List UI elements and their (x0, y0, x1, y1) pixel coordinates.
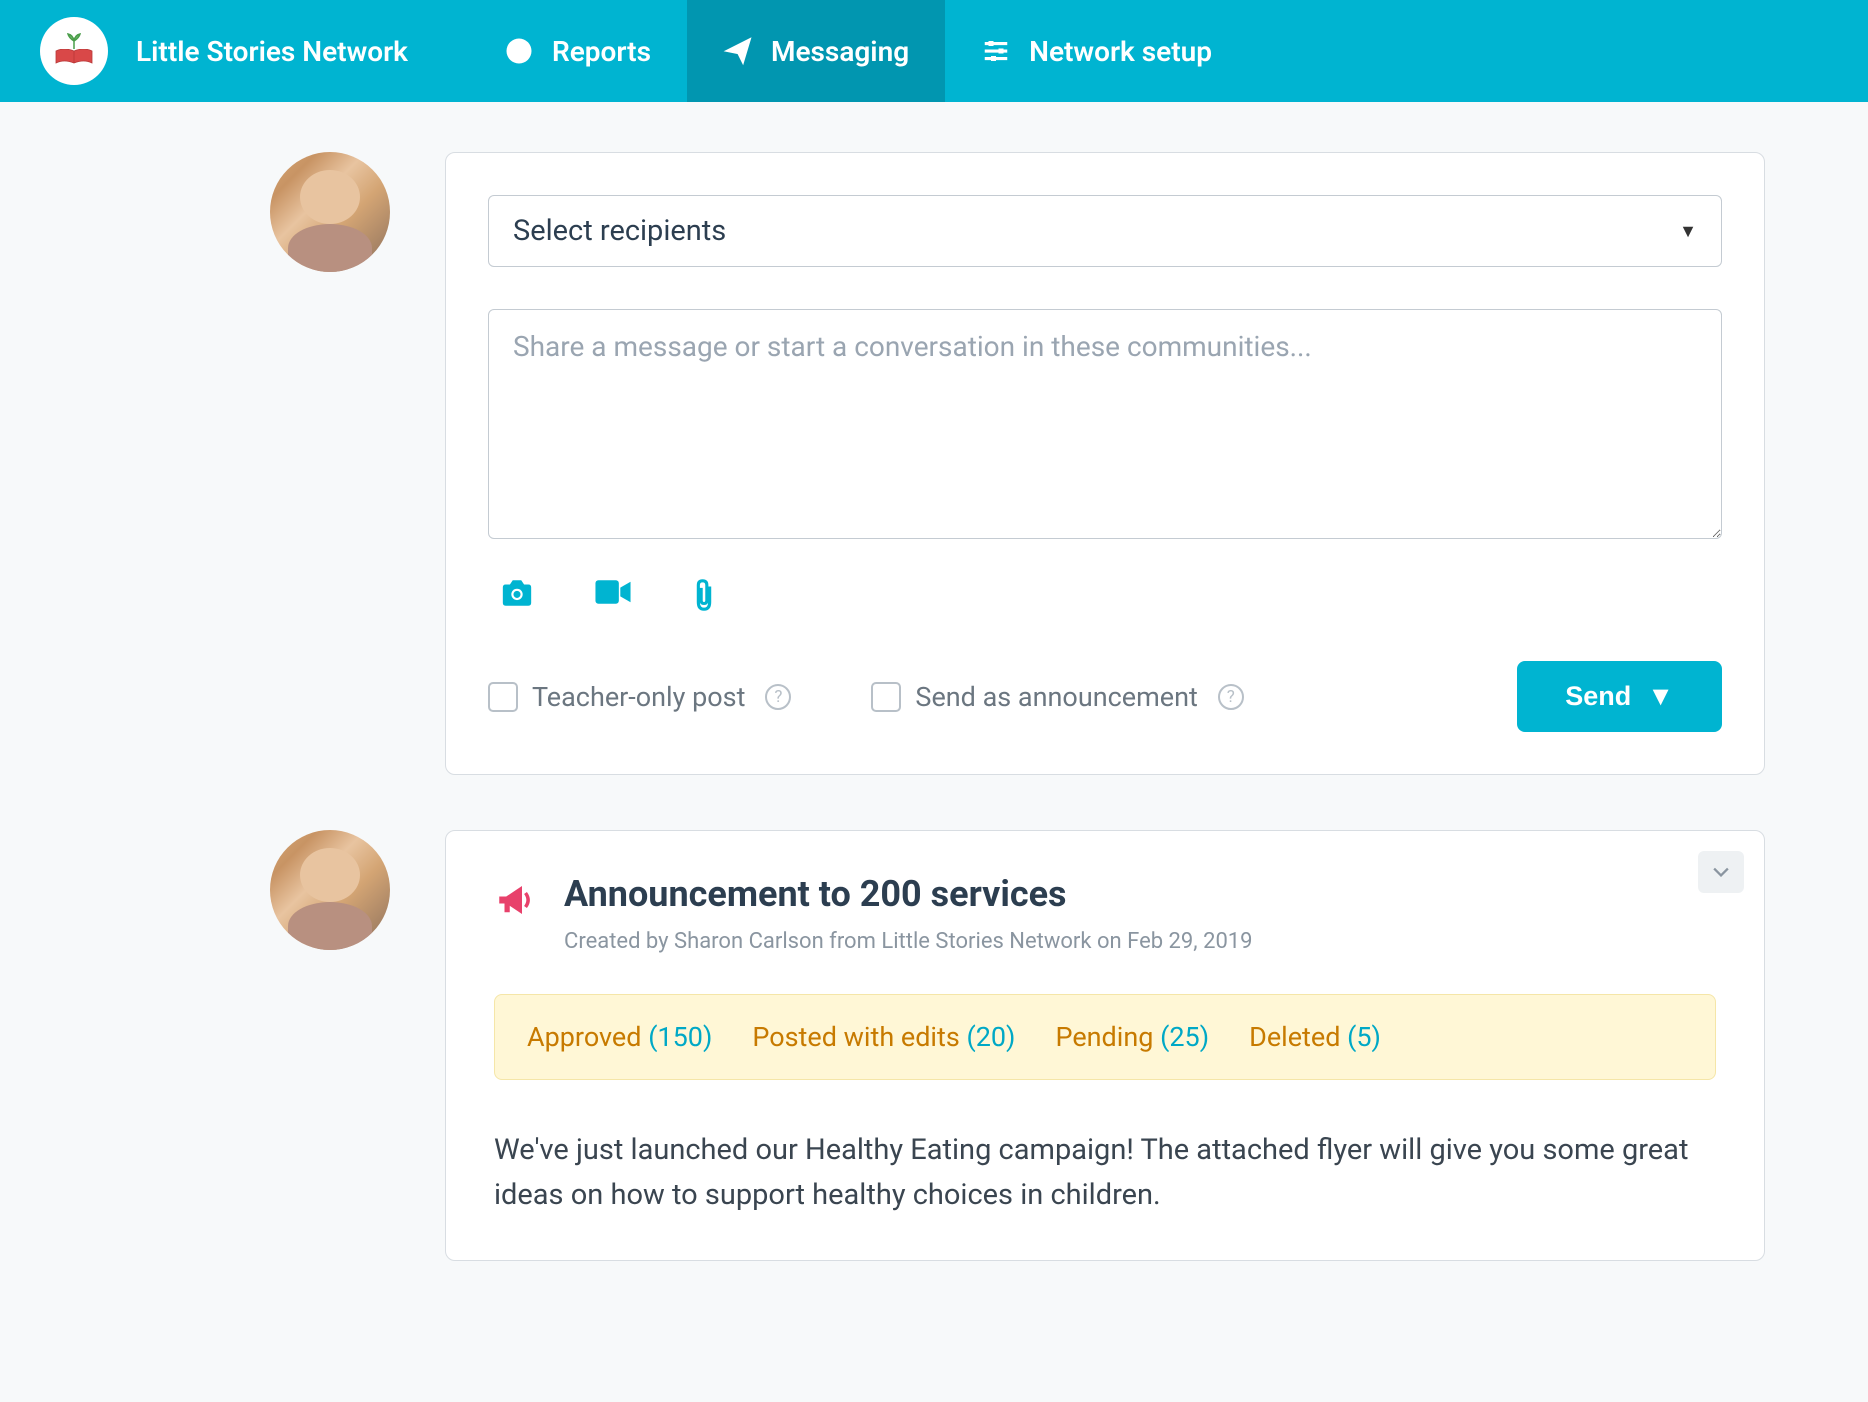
main-content: Select recipients ▼ (0, 102, 1800, 1366)
help-icon[interactable]: ? (765, 684, 791, 710)
camera-icon[interactable] (500, 578, 534, 616)
paper-plane-icon (723, 36, 753, 66)
nav-label: Messaging (771, 35, 909, 68)
post-menu-button[interactable] (1698, 851, 1744, 893)
send-button[interactable]: Send ▼ (1517, 661, 1722, 732)
compose-row: Select recipients ▼ (0, 152, 1800, 775)
send-label: Send (1565, 681, 1631, 712)
nav-reports[interactable]: Reports (468, 0, 687, 102)
post-row: Announcement to 200 services Created by … (0, 830, 1800, 1261)
chevron-down-icon (1713, 867, 1729, 877)
recipients-dropdown[interactable]: Select recipients ▼ (488, 195, 1722, 267)
attachment-icon[interactable] (692, 578, 716, 616)
post-body: We've just launched our Healthy Eating c… (494, 1128, 1716, 1218)
message-input[interactable] (488, 309, 1722, 539)
status-approved[interactable]: Approved (150) (527, 1021, 712, 1053)
post-author-avatar[interactable] (270, 830, 390, 950)
chevron-down-icon: ▼ (1679, 221, 1697, 242)
compose-footer: Teacher-only post ? Send as announcement… (488, 661, 1722, 732)
help-icon[interactable]: ? (1218, 684, 1244, 710)
app-header: Little Stories Network Reports Messaging… (0, 0, 1868, 102)
checkbox-group: Teacher-only post ? Send as announcement… (488, 681, 1244, 713)
caret-down-icon: ▼ (1647, 681, 1674, 712)
status-bar: Approved (150) Posted with edits (20) Pe… (494, 994, 1716, 1080)
checkbox-label: Teacher-only post (532, 681, 745, 713)
nav-network-setup[interactable]: Network setup (945, 0, 1248, 102)
checkbox-label: Send as announcement (915, 681, 1197, 713)
announcement-checkbox[interactable] (871, 682, 901, 712)
post-meta: Created by Sharon Carlson from Little St… (564, 929, 1253, 954)
brand-name[interactable]: Little Stories Network (136, 35, 408, 68)
post-header: Announcement to 200 services Created by … (494, 873, 1716, 954)
post-title: Announcement to 200 services (564, 873, 1253, 915)
status-deleted[interactable]: Deleted (5) (1249, 1021, 1381, 1053)
post-card: Announcement to 200 services Created by … (445, 830, 1765, 1261)
nav-label: Reports (552, 35, 651, 68)
plant-icon (64, 31, 84, 51)
logo[interactable] (40, 17, 108, 85)
megaphone-icon (494, 879, 536, 925)
pie-chart-icon (504, 36, 534, 66)
nav-messaging[interactable]: Messaging (687, 0, 945, 102)
compose-card: Select recipients ▼ (445, 152, 1765, 775)
nav-label: Network setup (1029, 35, 1212, 68)
status-posted-edits[interactable]: Posted with edits (20) (752, 1021, 1015, 1053)
status-pending[interactable]: Pending (25) (1055, 1021, 1209, 1053)
attachment-row (488, 578, 1722, 616)
teacher-only-option: Teacher-only post ? (488, 681, 791, 713)
teacher-only-checkbox[interactable] (488, 682, 518, 712)
announcement-option: Send as announcement ? (871, 681, 1243, 713)
sliders-icon (981, 36, 1011, 66)
book-icon (54, 49, 94, 67)
video-icon[interactable] (594, 578, 632, 616)
user-avatar[interactable] (270, 152, 390, 272)
recipients-label: Select recipients (513, 214, 726, 248)
